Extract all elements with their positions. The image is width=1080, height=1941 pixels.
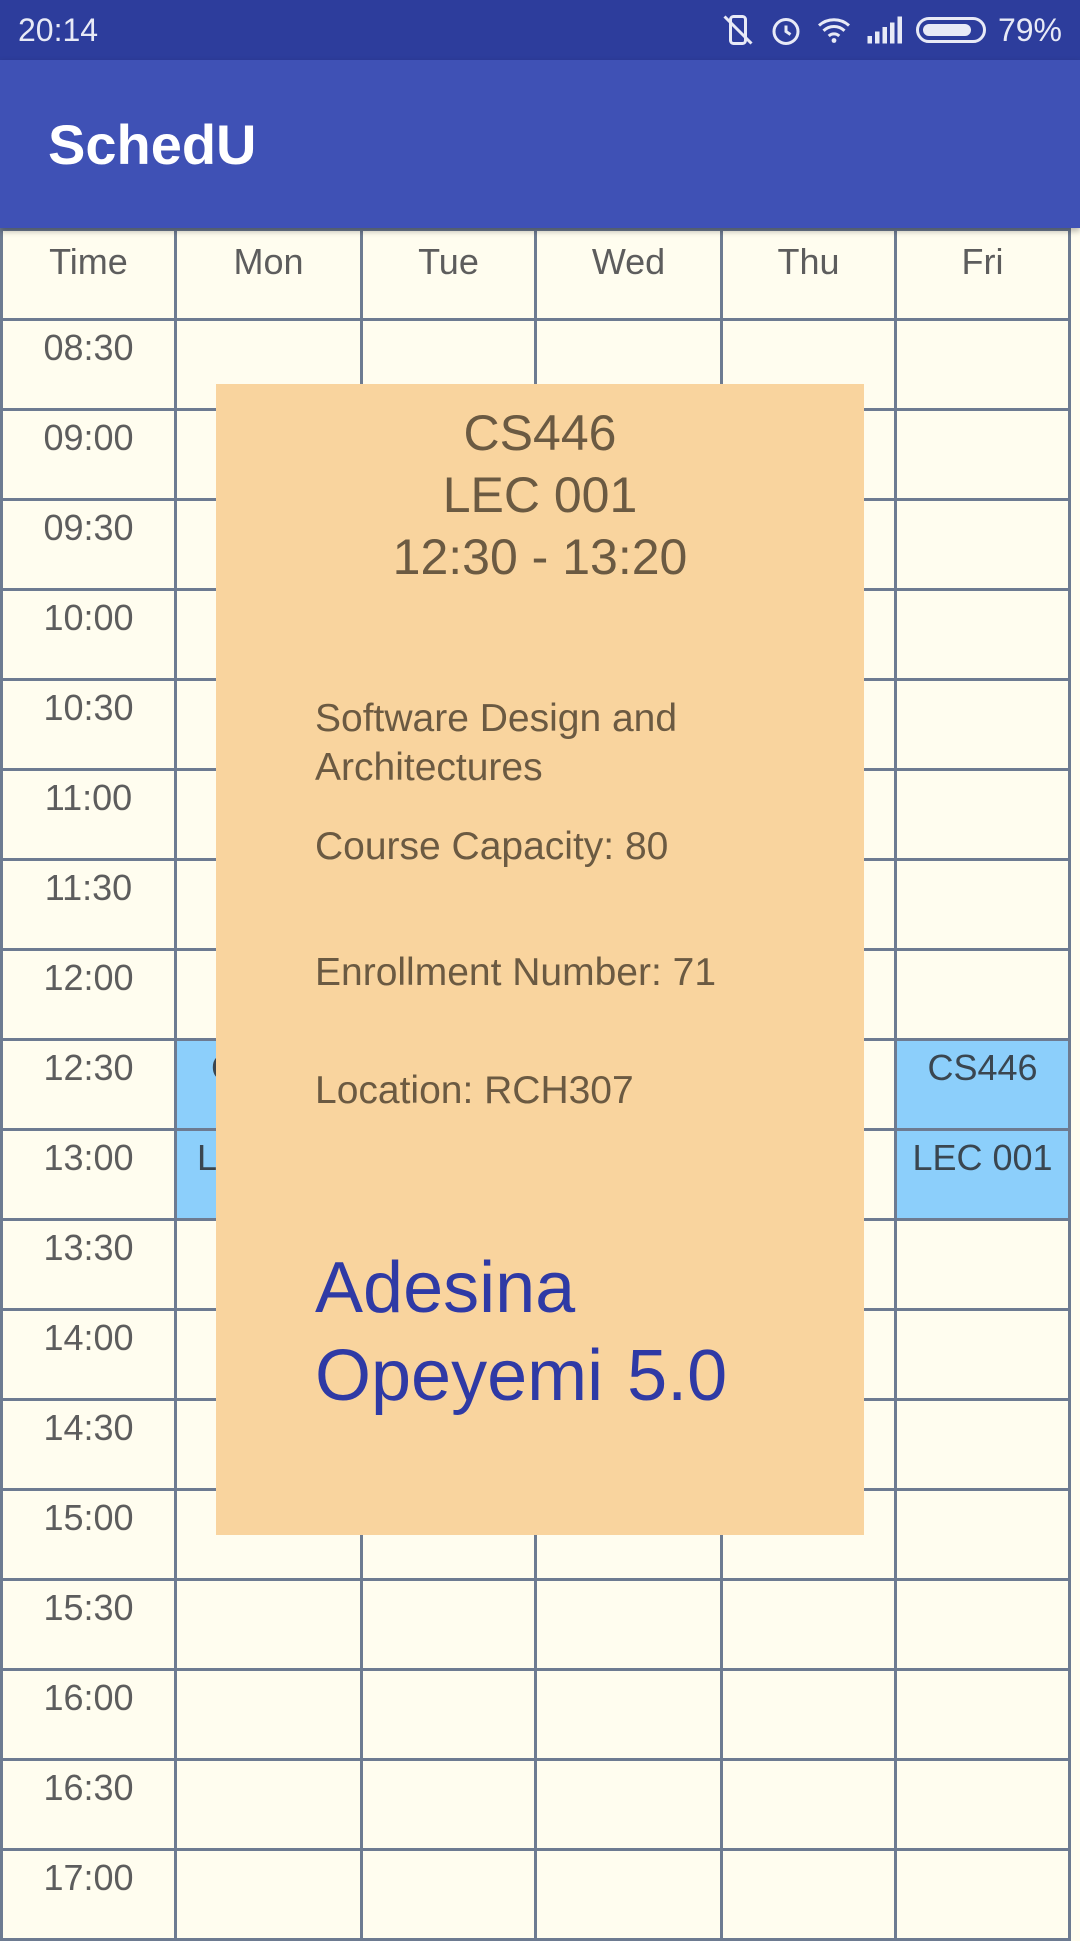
slot-cell[interactable] <box>174 1578 363 1671</box>
slot-cell[interactable] <box>894 1668 1071 1761</box>
battery-percent: 79% <box>997 11 1062 48</box>
slot-cell[interactable] <box>894 1218 1071 1311</box>
slot-cell[interactable] <box>894 1758 1071 1851</box>
header-row: Time Mon Tue Wed Thu Fri <box>0 228 1071 321</box>
slot-cell[interactable] <box>720 1668 897 1761</box>
professor-rating: 5.0 <box>627 1336 728 1416</box>
time-label: 14:30 <box>0 1398 177 1491</box>
slot-cell[interactable] <box>894 1848 1071 1941</box>
signal-icon <box>864 12 904 48</box>
slot-cell[interactable] <box>174 1668 363 1761</box>
professor-name: Adesina Opeyemi <box>315 1248 604 1416</box>
professor-info[interactable]: Adesina Opeyemi 5.0 <box>315 1244 835 1420</box>
course-code: CS446 <box>463 405 617 461</box>
time-label: 09:00 <box>0 408 177 501</box>
slot-cell[interactable] <box>534 1848 723 1941</box>
slot-cell[interactable] <box>894 948 1071 1041</box>
time-label: 08:30 <box>0 318 177 411</box>
time-row: 15:30 <box>0 1578 1071 1671</box>
slot-cell[interactable] <box>894 498 1071 591</box>
slot-cell[interactable] <box>360 1848 537 1941</box>
status-icons: 79% <box>720 12 1062 49</box>
wifi-icon <box>816 12 852 48</box>
course-detail-popup[interactable]: CS446 LEC 001 12:30 - 13:20 Software Des… <box>216 384 864 1535</box>
course-section: LEC 001 <box>442 467 638 523</box>
slot-cell[interactable] <box>894 318 1071 411</box>
header-fri: Fri <box>894 228 1071 321</box>
time-row: 16:30 <box>0 1758 1071 1851</box>
slot-cell[interactable] <box>174 1848 363 1941</box>
slot-cell[interactable] <box>720 1578 897 1671</box>
time-label: 11:00 <box>0 768 177 861</box>
status-bar: 20:14 79% <box>0 0 1080 60</box>
header-thu: Thu <box>720 228 897 321</box>
vibrate-off-icon <box>720 12 756 48</box>
header-tue: Tue <box>360 228 537 321</box>
time-label: 16:00 <box>0 1668 177 1761</box>
time-label: 12:30 <box>0 1038 177 1131</box>
time-label: 11:30 <box>0 858 177 951</box>
app-bar: SchedU <box>0 60 1080 228</box>
popup-header: CS446 LEC 001 12:30 - 13:20 <box>216 402 864 588</box>
time-label: 16:30 <box>0 1758 177 1851</box>
time-row: 16:00 <box>0 1668 1071 1761</box>
time-label: 12:00 <box>0 948 177 1041</box>
slot-cell[interactable] <box>174 1758 363 1851</box>
alarm-icon <box>768 12 804 48</box>
slot-cell[interactable] <box>894 1578 1071 1671</box>
course-capacity: Course Capacity: 80 <box>315 825 669 868</box>
slot-cell[interactable] <box>894 858 1071 951</box>
header-wed: Wed <box>534 228 723 321</box>
time-label: 10:30 <box>0 678 177 771</box>
slot-cell[interactable] <box>720 1848 897 1941</box>
time-label: 17:00 <box>0 1848 177 1941</box>
app-title: SchedU <box>48 112 257 176</box>
time-label: 13:00 <box>0 1128 177 1221</box>
time-label: 14:00 <box>0 1308 177 1401</box>
slot-cell[interactable] <box>360 1758 537 1851</box>
header-mon: Mon <box>174 228 363 321</box>
slot-cell[interactable] <box>894 588 1071 681</box>
slot-cell[interactable] <box>894 1398 1071 1491</box>
time-label: 10:00 <box>0 588 177 681</box>
battery-icon <box>915 17 986 43</box>
header-time: Time <box>0 228 177 321</box>
slot-cell[interactable] <box>894 678 1071 771</box>
slot-cell[interactable] <box>534 1758 723 1851</box>
time-row: 17:00 <box>0 1848 1071 1941</box>
slot-cell[interactable] <box>720 1758 897 1851</box>
status-time: 20:14 <box>18 11 99 48</box>
time-label: 15:30 <box>0 1578 177 1671</box>
slot-cell[interactable] <box>894 408 1071 501</box>
slot-cell[interactable] <box>894 768 1071 861</box>
course-block-fri-section[interactable]: LEC 001 <box>894 1128 1071 1221</box>
course-location: Location: RCH307 <box>315 1069 634 1112</box>
slot-cell[interactable] <box>360 1668 537 1761</box>
time-label: 15:00 <box>0 1488 177 1581</box>
slot-cell[interactable] <box>894 1488 1071 1581</box>
slot-cell[interactable] <box>534 1578 723 1671</box>
course-block-fri-code[interactable]: CS446 <box>894 1038 1071 1131</box>
slot-cell[interactable] <box>894 1308 1071 1401</box>
slot-cell[interactable] <box>360 1578 537 1671</box>
time-label: 13:30 <box>0 1218 177 1311</box>
slot-cell[interactable] <box>534 1668 723 1761</box>
time-label: 09:30 <box>0 498 177 591</box>
course-time-range: 12:30 - 13:20 <box>392 529 688 585</box>
course-title: Software Design and Architectures <box>315 697 678 789</box>
enrollment-number: Enrollment Number: 71 <box>315 951 717 994</box>
